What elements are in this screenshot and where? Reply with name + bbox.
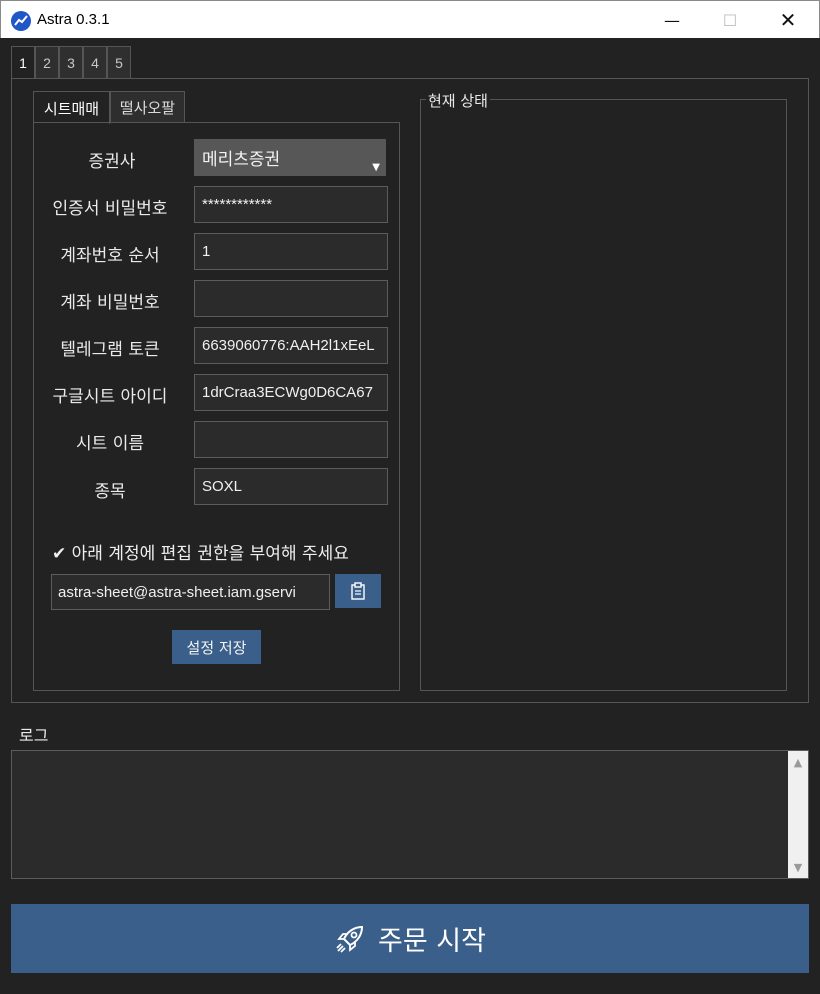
tab-sheet-trading[interactable]: 시트매매 — [33, 91, 110, 124]
clipboard-icon — [351, 582, 365, 600]
ticker-field[interactable]: SOXL — [194, 468, 388, 505]
window-title: Astra 0.3.1 — [37, 11, 110, 28]
tab-dip-buy[interactable]: 떨사오팔 — [110, 91, 185, 123]
copy-button[interactable] — [335, 574, 381, 608]
telegram-token-label: 텔레그램 토큰 — [60, 340, 160, 360]
tab-3[interactable]: 3 — [59, 46, 83, 78]
ticker-label: 종목 — [94, 482, 126, 502]
broker-select-value: 메리츠증권 — [202, 150, 281, 170]
save-settings-button[interactable]: 설정 저장 — [172, 630, 261, 664]
account-password-label: 계좌 비밀번호 — [60, 293, 160, 313]
scroll-up-icon[interactable]: ▲ — [788, 753, 808, 771]
account-password-field[interactable] — [194, 280, 388, 317]
cert-password-field[interactable]: ************ — [194, 186, 388, 223]
sheet-name-field[interactable] — [194, 421, 388, 458]
maximize-button[interactable]: ☐ — [701, 1, 759, 39]
app-logo-icon — [11, 11, 31, 31]
permission-notice: ✔ 아래 계정에 편집 권한을 부여해 주세요 — [52, 544, 349, 564]
rocket-icon — [336, 925, 364, 953]
tab-4[interactable]: 4 — [83, 46, 107, 78]
sheet-id-field[interactable]: 1drCraa3ECWg0D6CA67 — [194, 374, 388, 411]
broker-select[interactable]: 메리츠증권 ▼ — [194, 139, 386, 176]
tab-2[interactable]: 2 — [35, 46, 59, 78]
sheet-id-label: 구글시트 아이디 — [52, 387, 168, 407]
log-textarea[interactable]: ▲ ▼ — [11, 750, 809, 879]
account-order-field[interactable]: 1 — [194, 233, 388, 270]
log-scrollbar[interactable]: ▲ ▼ — [788, 751, 808, 878]
log-title: 로그 — [19, 726, 49, 745]
chevron-down-icon: ▼ — [372, 162, 380, 173]
account-order-label: 계좌번호 순서 — [60, 246, 160, 266]
cert-password-label: 인증서 비밀번호 — [52, 199, 168, 219]
scroll-down-icon[interactable]: ▼ — [788, 858, 808, 876]
minimize-button[interactable]: — — [643, 1, 701, 39]
service-email-field[interactable]: astra-sheet@astra-sheet.iam.gservi — [51, 574, 330, 610]
start-order-label: 주문 시작 — [378, 926, 486, 957]
sheet-name-label: 시트 이름 — [76, 434, 144, 454]
status-title: 현재 상태 — [426, 90, 490, 111]
start-order-button[interactable]: 주문 시작 — [11, 904, 809, 973]
telegram-token-field[interactable]: 6639060776:AAH2l1xEeL — [194, 327, 388, 364]
status-panel — [420, 99, 787, 691]
tab-5[interactable]: 5 — [107, 46, 131, 78]
broker-label: 증권사 — [88, 152, 136, 172]
tab-1[interactable]: 1 — [11, 46, 35, 79]
title-bar: Astra 0.3.1 — ☐ ✕ — [0, 0, 820, 38]
close-button[interactable]: ✕ — [759, 1, 817, 39]
